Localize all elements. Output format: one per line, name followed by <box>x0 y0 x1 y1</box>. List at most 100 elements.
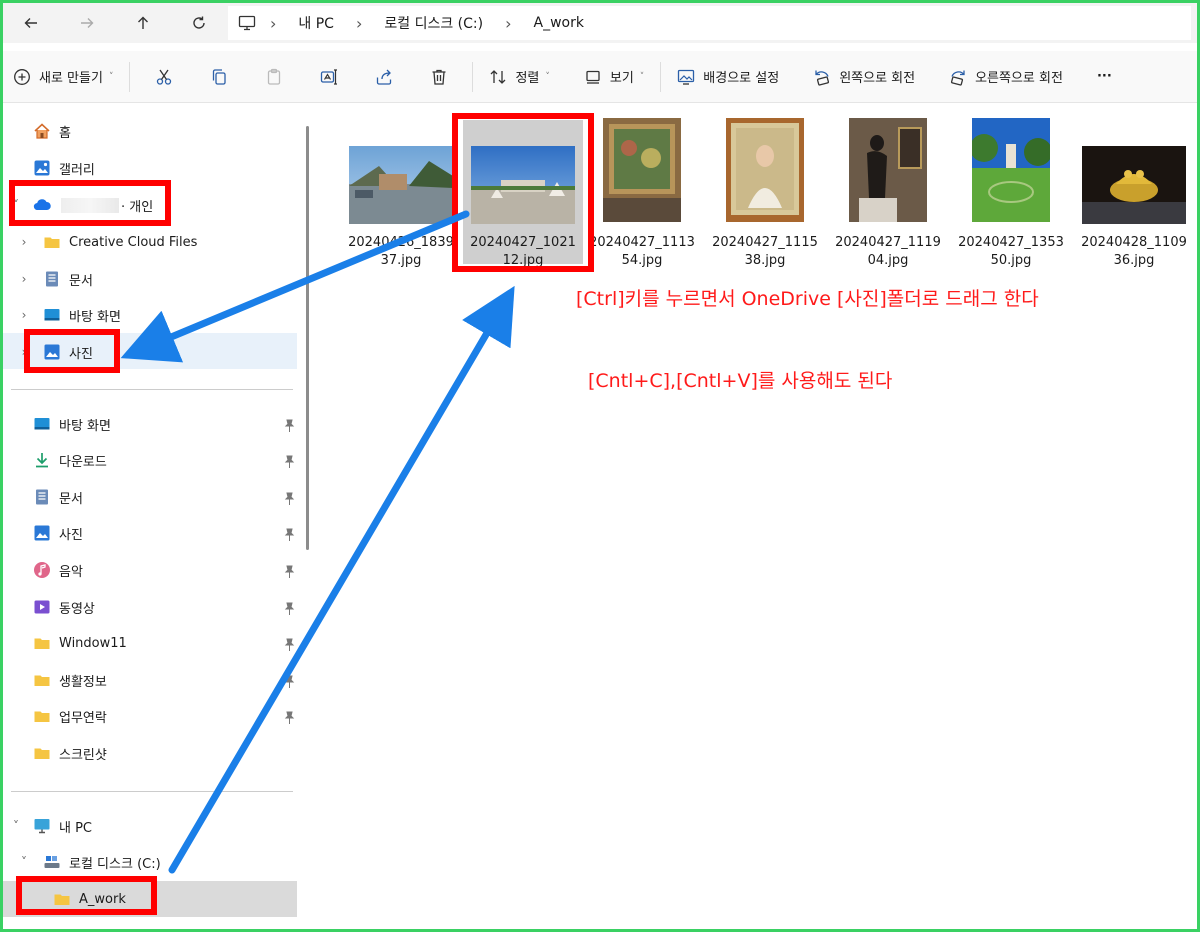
arrow-right-icon <box>81 18 94 28</box>
pin-icon[interactable] <box>283 711 295 725</box>
nav-onedrive-desktop[interactable]: 바탕 화면 <box>43 298 121 332</box>
copy-button[interactable] <box>191 59 246 95</box>
gallery-icon <box>33 159 51 177</box>
pin-icon[interactable] <box>283 638 295 652</box>
file-item[interactable]: 20240427_1119 04.jpg <box>829 116 947 276</box>
chevron-down-icon: ˅ <box>108 71 114 82</box>
file-name: 20240428_1109 36.jpg <box>1081 235 1187 268</box>
chevron-down-icon: ˅ <box>545 71 550 82</box>
pin-icon[interactable] <box>283 528 295 542</box>
highlight-box-onedrive <box>9 180 171 226</box>
chevron-right-icon: › <box>505 13 512 33</box>
trash-icon <box>432 69 446 85</box>
nav-home[interactable]: 홈 <box>33 114 71 148</box>
file-name: 20240426_1839 37.jpg <box>348 235 454 268</box>
home-icon <box>33 122 51 140</box>
more-options-button[interactable]: ··· <box>1087 59 1122 95</box>
rotate-left-button[interactable]: 왼쪽으로 회전 <box>803 59 925 95</box>
file-thumbnail <box>849 118 927 222</box>
nav-onedrive-desktop-label: 바탕 화면 <box>69 309 121 325</box>
rotate-right-icon <box>951 70 965 86</box>
up-button[interactable] <box>115 3 171 43</box>
nav-quick-desktop[interactable]: 바탕 화면 <box>33 407 111 441</box>
nav-quick-documents[interactable]: 문서 <box>33 480 83 514</box>
download-icon <box>33 451 51 469</box>
pin-icon[interactable] <box>283 455 295 469</box>
share-button[interactable] <box>356 59 411 95</box>
set-background-button[interactable]: 배경으로 설정 <box>667 59 789 95</box>
folder-icon <box>33 634 51 652</box>
nav-this-pc-label: 내 PC <box>59 820 93 836</box>
highlight-box-a-work <box>16 876 157 915</box>
breadcrumb-local-disk[interactable]: 로컬 디스크 (C:) <box>376 13 491 33</box>
folder-icon <box>33 671 51 689</box>
file-name: 20240427_1113 54.jpg <box>589 235 695 268</box>
nav-quick-window11[interactable]: Window11 <box>33 626 127 660</box>
file-list: 20240426_1839 37.jpg 20240427_1021 12.jpg … <box>316 108 1194 929</box>
nav-local-disk[interactable]: 로컬 디스크 (C:) <box>43 845 161 879</box>
breadcrumb-a-work[interactable]: A_work <box>526 15 592 31</box>
nav-creative-cloud-files[interactable]: Creative Cloud Files <box>43 225 197 259</box>
nav-quick-downloads[interactable]: 다운로드 <box>33 443 107 477</box>
document-icon <box>43 270 61 288</box>
refresh-icon <box>193 16 205 29</box>
arrow-up-icon <box>138 16 148 29</box>
sidebar-scrollbar[interactable] <box>306 126 309 550</box>
toolbar-divider <box>472 61 474 92</box>
nav-this-pc[interactable]: 내 PC <box>33 809 92 843</box>
nav-quick-videos[interactable]: 동영상 <box>33 590 95 624</box>
file-item[interactable]: 20240426_1839 37.jpg <box>342 116 460 276</box>
new-button[interactable]: 새로 만들기 ˅ <box>3 59 123 95</box>
breadcrumb-this-pc[interactable]: 내 PC <box>290 13 342 33</box>
chevron-right-icon[interactable]: › <box>17 235 31 249</box>
refresh-button[interactable] <box>171 3 227 43</box>
clipboard-icon <box>267 68 281 85</box>
folder-icon <box>43 233 61 251</box>
nav-quick-desktop-label: 바탕 화면 <box>59 418 111 434</box>
pin-icon[interactable] <box>283 602 295 616</box>
nav-local-disk-label: 로컬 디스크 (C:) <box>69 856 161 872</box>
chevron-right-icon[interactable]: › <box>17 272 31 286</box>
folder-icon <box>33 744 51 762</box>
nav-quick-window11-label: Window11 <box>59 635 127 651</box>
nav-onedrive-documents[interactable]: 문서 <box>43 262 93 296</box>
nav-quick-documents-label: 문서 <box>59 491 83 507</box>
nav-quick-work-contact[interactable]: 업무연락 <box>33 699 107 733</box>
pin-icon[interactable] <box>283 675 295 689</box>
file-item[interactable]: 20240427_1113 54.jpg <box>583 116 701 276</box>
chevron-down-icon[interactable]: ˅ <box>17 855 31 869</box>
pin-icon[interactable] <box>283 492 295 506</box>
computer-icon <box>33 817 51 835</box>
breadcrumb[interactable]: › 내 PC › 로컬 디스크 (C:) › A_work <box>228 6 1191 40</box>
nav-quick-life-info[interactable]: 생활정보 <box>33 663 107 697</box>
command-bar: 새로 만들기 ˅ 정렬 ˅ 보기 ˅ 배경으로 설정 왼쪽으로 회전 오른쪽으로… <box>3 51 1197 103</box>
divider <box>11 791 293 792</box>
nav-quick-music[interactable]: 음악 <box>33 553 83 587</box>
rotate-left-label: 왼쪽으로 회전 <box>839 71 916 86</box>
file-item[interactable]: 20240427_1353 50.jpg <box>952 116 1070 276</box>
sort-button[interactable]: 정렬 ˅ <box>479 59 559 95</box>
chevron-right-icon[interactable]: › <box>17 308 31 322</box>
rename-button[interactable] <box>301 59 356 95</box>
view-button[interactable]: 보기 ˅ <box>574 59 654 95</box>
file-thumbnail <box>349 146 453 224</box>
nav-quick-screenshots[interactable]: 스크린샷 <box>33 736 107 770</box>
delete-button[interactable] <box>411 59 466 95</box>
paste-button[interactable] <box>246 59 301 95</box>
nav-gallery-label: 갤러리 <box>59 162 95 178</box>
file-item[interactable]: 20240428_1109 36.jpg <box>1075 116 1193 276</box>
nav-creative-cloud-files-label: Creative Cloud Files <box>69 234 198 250</box>
chevron-down-icon[interactable]: ˅ <box>9 819 23 833</box>
pin-icon[interactable] <box>283 419 295 433</box>
forward-button[interactable] <box>59 3 115 43</box>
nav-quick-life-info-label: 생활정보 <box>59 674 107 690</box>
chevron-right-icon: › <box>355 13 363 33</box>
pin-icon[interactable] <box>283 565 295 579</box>
cut-button[interactable] <box>136 59 191 95</box>
nav-quick-pictures[interactable]: 사진 <box>33 516 83 550</box>
rotate-right-label: 오른쪽으로 회전 <box>975 71 1063 86</box>
rotate-right-button[interactable]: 오른쪽으로 회전 <box>939 59 1073 95</box>
file-item[interactable]: 20240427_1115 38.jpg <box>706 116 824 276</box>
back-button[interactable] <box>3 3 59 43</box>
drive-icon <box>43 853 61 871</box>
